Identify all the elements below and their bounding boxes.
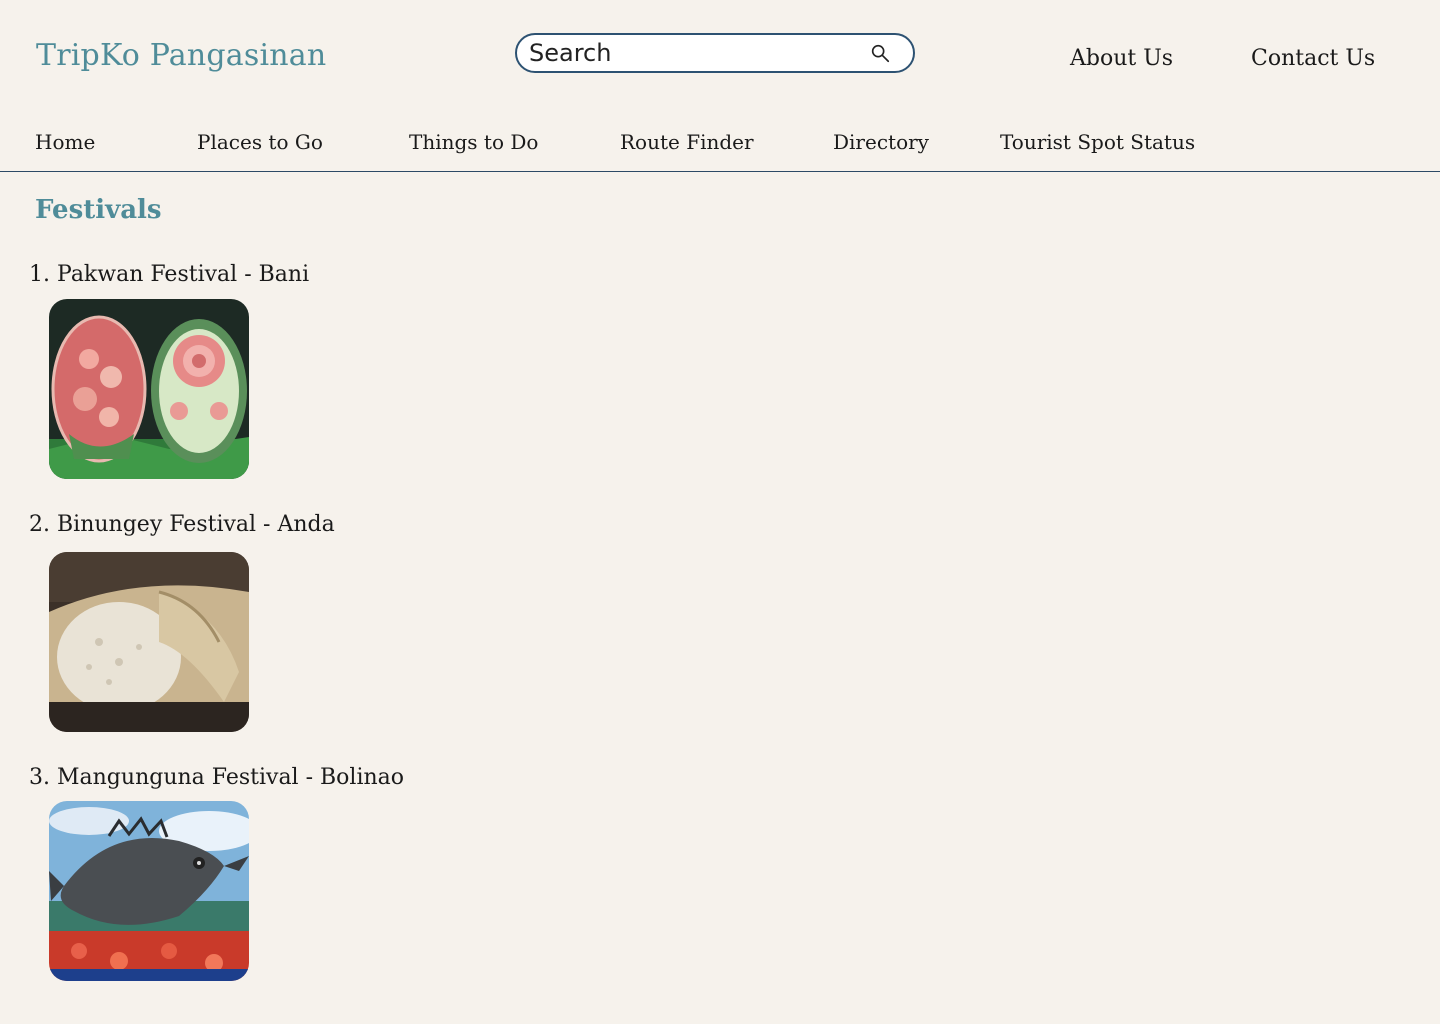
bamboo-rice-image[interactable]: [49, 552, 249, 732]
main-nav: Home Places to Go Things to Do Route Fin…: [0, 118, 1440, 172]
festival-name: Binungey Festival - Anda: [57, 512, 335, 537]
nav-item-places-to-go[interactable]: Places to Go: [197, 130, 323, 154]
festival-number: 3.: [29, 765, 50, 790]
festival-number: 1.: [29, 262, 50, 287]
nav-item-directory[interactable]: Directory: [833, 130, 929, 154]
search-input[interactable]: [529, 39, 869, 67]
festival-item: 2. Binungey Festival - Anda: [29, 512, 335, 732]
festival-label[interactable]: 2. Binungey Festival - Anda: [29, 512, 335, 537]
nav-item-home[interactable]: Home: [35, 130, 95, 154]
festival-name: Pakwan Festival - Bani: [57, 262, 310, 287]
festival-item: 1. Pakwan Festival - Bani: [29, 262, 309, 479]
nav-item-tourist-spot-status[interactable]: Tourist Spot Status: [1000, 130, 1195, 154]
fish-sculpture-image[interactable]: [49, 801, 249, 981]
festival-name: Mangunguna Festival - Bolinao: [57, 765, 405, 790]
festival-label[interactable]: 1. Pakwan Festival - Bani: [29, 262, 309, 287]
festival-label[interactable]: 3. Mangunguna Festival - Bolinao: [29, 765, 404, 790]
section-title: Festivals: [35, 195, 162, 225]
site-logo-text[interactable]: TripKo Pangasinan: [36, 38, 326, 73]
nav-item-things-to-do[interactable]: Things to Do: [409, 130, 538, 154]
about-us-link[interactable]: About Us: [1070, 46, 1173, 71]
festival-item: 3. Mangunguna Festival - Bolinao: [29, 765, 404, 981]
festival-number: 2.: [29, 512, 50, 537]
nav-item-route-finder[interactable]: Route Finder: [620, 130, 754, 154]
carved-watermelon-image[interactable]: [49, 299, 249, 479]
search-icon[interactable]: [869, 42, 891, 64]
search-bar[interactable]: [515, 33, 915, 73]
contact-us-link[interactable]: Contact Us: [1251, 46, 1375, 71]
